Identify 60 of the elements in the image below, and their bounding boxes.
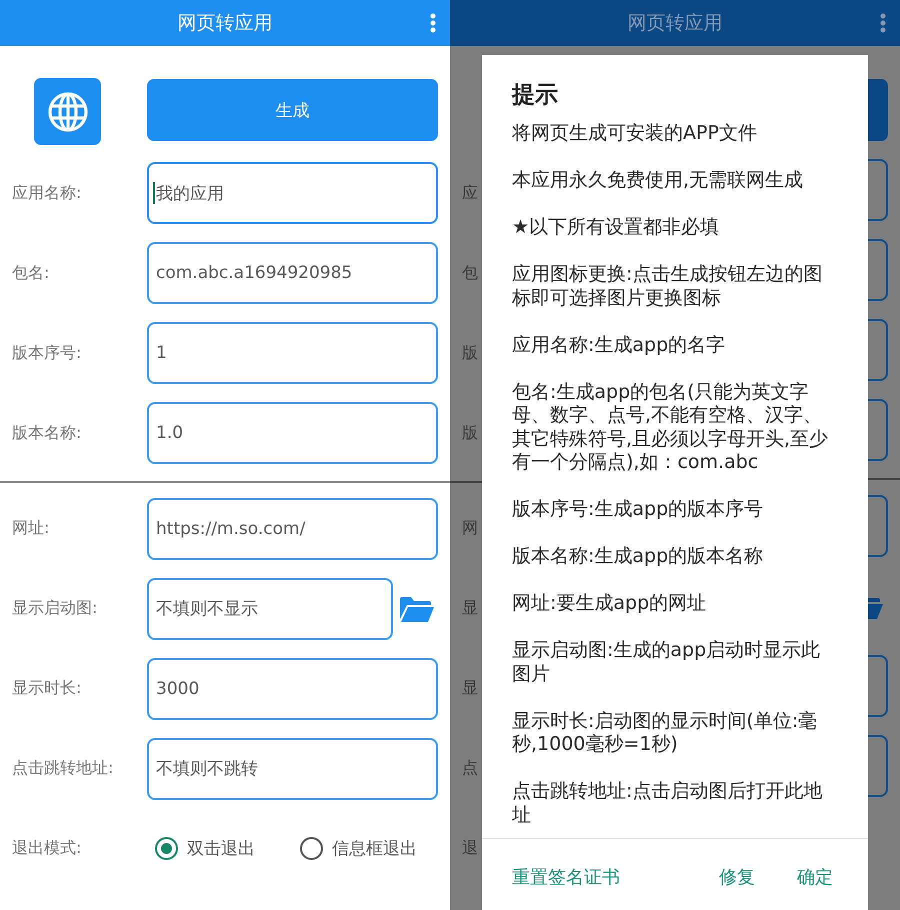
dialog-text: 本应用永久免费使用,无需联网生成 — [512, 169, 804, 192]
field-label: 应用名称: — [11, 182, 82, 204]
input-field[interactable]: 1 — [147, 322, 438, 384]
field-label: 版 — [461, 422, 478, 444]
dialog-text: ★以下所有设置都非必填 — [512, 216, 720, 240]
field-label: 退出模式: — [11, 838, 82, 859]
input-field — [868, 239, 888, 301]
field-label: 网 — [461, 518, 478, 539]
option-label: 信息框退出 — [332, 838, 417, 860]
field-label: 退 — [461, 838, 478, 859]
dialog-text: 版本序号:生成app的版本序号 — [512, 498, 764, 522]
menu-icon[interactable] — [880, 13, 886, 33]
field-label: 显示时长: — [11, 678, 82, 699]
dialog-text: 点击跳转地址:点击启动图后打开此地址 — [512, 780, 824, 827]
field-label: 包名: — [11, 262, 50, 284]
globe-icon — [46, 90, 90, 134]
dialog-text: 版本名称:生成app的版本名称 — [512, 545, 764, 568]
input-field — [868, 399, 888, 461]
radio-button[interactable] — [155, 837, 178, 860]
dialog-button[interactable]: 确定 — [797, 865, 833, 889]
dialog-text: 将网页生成可安装的APP文件 — [512, 122, 758, 146]
input-field — [868, 319, 888, 381]
field-label: 版 — [461, 342, 478, 364]
field-label: 版本序号: — [11, 342, 82, 364]
field-label: 应 — [461, 182, 478, 204]
folder-icon[interactable] — [399, 594, 434, 622]
input-field — [868, 654, 888, 716]
field-label: 包 — [461, 262, 478, 284]
option-label: 双击退出 — [187, 838, 255, 860]
field-label: 显 — [461, 678, 478, 699]
dialog-text: 网址:要生成app的网址 — [512, 592, 708, 616]
input-field[interactable]: com.abc.a1694920985 — [147, 242, 438, 304]
radio-button[interactable] — [300, 837, 323, 860]
dialog-text: 应用名称:生成app的名字 — [512, 334, 726, 357]
field-label: 版本名称: — [11, 422, 82, 444]
dialog-button[interactable]: 重置签名证书 — [512, 865, 620, 889]
field-label: 显示启动图: — [11, 598, 98, 619]
field-label: 显 — [461, 598, 478, 619]
input-field[interactable]: 1.0 — [147, 402, 438, 464]
dialog-text: 包名:生成app的包名(只能为英文字母、数字、点号,不能有空格、汉字、其它特殊符号,且必须以字母开头,至少有一个分隔点),如：com.abc — [512, 380, 830, 474]
dialog-text: 显示时长:启动图的显示时间(单位:毫秒,1000毫秒=1秒) — [512, 710, 818, 756]
dialog-text: 应用图标更换:点击生成按钮左边的图标即可选择图片更换图标 — [512, 263, 824, 310]
app-title: 网页转应用 — [628, 11, 722, 36]
input-field[interactable]: 我的应用 — [147, 162, 438, 224]
field-label: 点击跳转地址: — [11, 758, 114, 779]
dialog-title: 提示 — [512, 81, 559, 110]
input-field[interactable]: 不填则不跳转 — [147, 738, 438, 800]
menu-icon[interactable] — [430, 13, 436, 33]
field-label: 点 — [461, 758, 478, 779]
app-title: 网页转应用 — [178, 11, 272, 36]
input-field[interactable]: https://m.so.com/ — [147, 498, 438, 560]
input-field[interactable]: 不填则不显示 — [147, 578, 393, 640]
input-field — [868, 734, 888, 796]
app-icon-button[interactable] — [34, 78, 101, 145]
input-field — [868, 494, 888, 556]
dialog-button[interactable]: 修复 — [719, 865, 755, 889]
dialog-text: 显示启动图:生成的app启动时显示此图片 — [512, 639, 822, 686]
input-field — [868, 159, 888, 221]
input-field[interactable]: 3000 — [147, 658, 438, 720]
field-label: 网址: — [11, 518, 50, 539]
